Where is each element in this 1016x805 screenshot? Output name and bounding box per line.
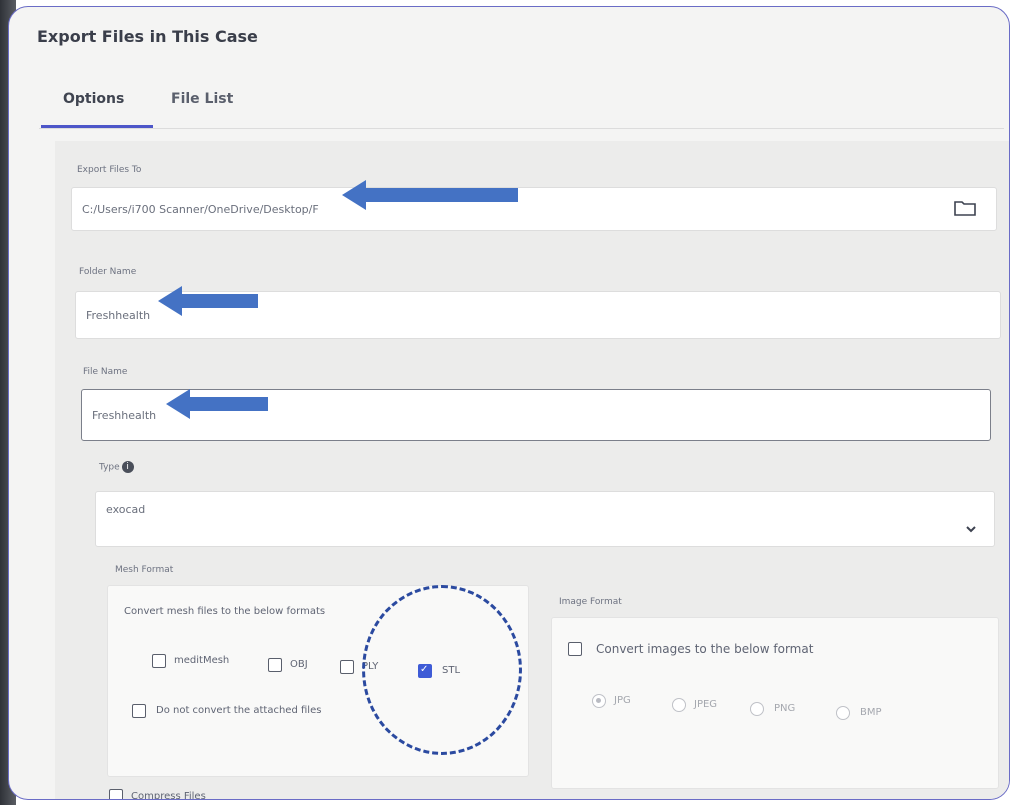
meditmesh-checkbox[interactable]	[152, 654, 166, 668]
folder-name-label: Folder Name	[79, 267, 137, 277]
ply-checkbox[interactable]	[340, 660, 354, 674]
screenshot-frame: Export Files in This Case Options File L…	[0, 0, 1016, 805]
options-panel: Export Files To C:/Users/i700 Scanner/On…	[55, 141, 1009, 800]
obj-checkbox[interactable]	[268, 658, 282, 672]
chevron-down-icon	[966, 526, 976, 533]
tab-file-list[interactable]: File List	[171, 91, 233, 107]
annotation-dashed-circle	[362, 585, 522, 755]
dialog-title: Export Files in This Case	[37, 27, 258, 46]
folder-icon[interactable]	[954, 200, 976, 216]
convert-images-label: Convert images to the below format	[596, 642, 814, 656]
meditmesh-label: meditMesh	[174, 655, 230, 666]
export-path-value: C:/Users/i700 Scanner/OneDrive/Desktop/F	[82, 202, 319, 216]
tab-divider	[39, 128, 1004, 129]
mesh-format-label: Mesh Format	[115, 565, 174, 575]
mesh-format-description: Convert mesh files to the below formats	[124, 606, 326, 617]
export-path-field[interactable]: C:/Users/i700 Scanner/OneDrive/Desktop/F	[71, 187, 997, 231]
info-icon[interactable]: i	[121, 461, 134, 473]
jpeg-radio[interactable]	[672, 698, 686, 712]
file-name-value: Freshhealth	[92, 408, 157, 422]
png-radio[interactable]	[750, 702, 764, 716]
type-label: Type i	[99, 461, 134, 473]
tab-options[interactable]: Options	[63, 91, 124, 107]
folder-name-value: Freshhealth	[86, 308, 151, 322]
type-select[interactable]: exocad	[95, 491, 995, 547]
convert-images-checkbox[interactable]	[568, 642, 582, 656]
type-label-text: Type	[99, 462, 120, 473]
compress-checkbox[interactable]	[109, 789, 123, 799]
annotation-arrow-export-path	[342, 180, 518, 210]
image-format-label: Image Format	[559, 597, 622, 607]
bmp-label: BMP	[860, 707, 882, 718]
jpg-radio[interactable]	[592, 694, 606, 708]
png-label: PNG	[774, 703, 796, 714]
no-convert-checkbox[interactable]	[132, 704, 146, 718]
type-value: exocad	[106, 502, 146, 516]
tab-bar: Options File List	[39, 91, 999, 131]
bmp-radio[interactable]	[836, 706, 850, 720]
jpeg-label: JPEG	[694, 699, 718, 710]
annotation-arrow-folder-name	[158, 286, 258, 316]
no-convert-label: Do not convert the attached files	[156, 705, 322, 716]
annotation-arrow-file-name	[166, 389, 268, 419]
compress-label: Compress Files	[131, 791, 206, 800]
image-format-section: Convert images to the below format JPG J…	[551, 617, 999, 789]
jpg-label: JPG	[614, 695, 631, 706]
export-to-label: Export Files To	[77, 165, 142, 175]
file-name-label: File Name	[83, 367, 128, 377]
obj-label: OBJ	[290, 659, 308, 670]
